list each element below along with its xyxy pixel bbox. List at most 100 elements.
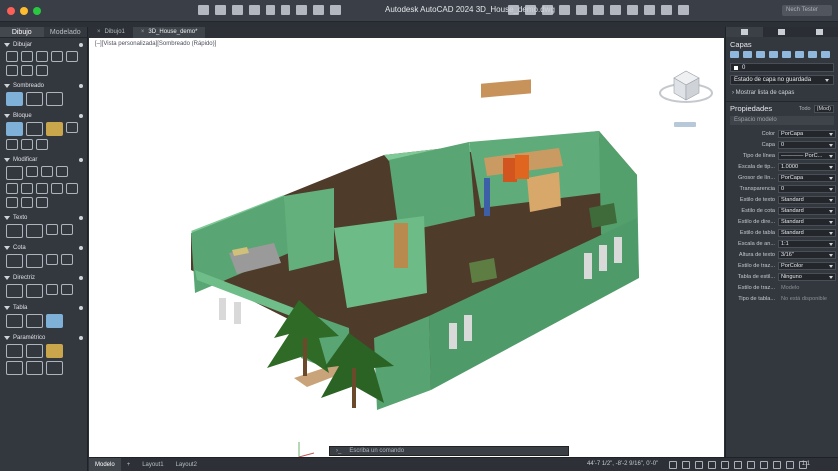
match-icon[interactable] <box>593 5 604 15</box>
perpendicular-icon[interactable] <box>26 361 43 375</box>
text-style-icon[interactable] <box>26 224 43 238</box>
calculator-icon[interactable] <box>627 5 638 15</box>
section-header[interactable]: Paramétrico <box>4 333 83 342</box>
osnap-icon[interactable] <box>721 461 729 469</box>
property-value[interactable]: Standard <box>778 217 836 226</box>
tab-3d-house[interactable]: × 3D_House_demo* <box>132 27 206 38</box>
freeze-layer-icon[interactable] <box>782 51 791 58</box>
add-leader-icon[interactable] <box>46 284 58 295</box>
match-layer-icon[interactable] <box>808 51 817 58</box>
layer-state-select[interactable]: Estado de capa no guardada <box>730 75 834 85</box>
property-value[interactable]: 3/16" <box>778 250 836 259</box>
lineweight-icon[interactable] <box>747 461 755 469</box>
publish-icon[interactable] <box>330 5 341 15</box>
layer-walk-icon[interactable] <box>821 51 830 58</box>
multileader-icon[interactable] <box>6 284 23 298</box>
section-header[interactable]: Directriz <box>4 273 83 282</box>
options-icon[interactable] <box>79 42 83 47</box>
ortho-icon[interactable] <box>695 461 703 469</box>
section-header[interactable]: Cota <box>4 243 83 252</box>
ellipse-tool-icon[interactable] <box>21 65 33 76</box>
grid-icon[interactable] <box>669 461 677 469</box>
property-value[interactable]: 1.0000 <box>778 162 836 171</box>
section-header[interactable]: Dibujar <box>4 40 83 49</box>
measure-icon[interactable] <box>610 5 621 15</box>
plot-icon[interactable] <box>296 5 307 15</box>
viewcube[interactable] <box>659 70 713 127</box>
new-file-icon[interactable] <box>198 5 209 15</box>
rectangle-tool-icon[interactable] <box>51 51 63 62</box>
drawing-viewport[interactable]: [–][Vista personalizada][Sombreado (Rápi… <box>89 38 724 457</box>
table-style-icon[interactable] <box>26 314 43 328</box>
current-layer-selector[interactable]: 0 <box>730 63 834 72</box>
property-value[interactable]: Standard <box>778 228 836 237</box>
tab-blocks[interactable] <box>801 27 838 37</box>
hatch-tool-icon[interactable] <box>6 92 23 106</box>
minimize-window-button[interactable] <box>20 6 28 15</box>
options-icon[interactable] <box>79 157 83 162</box>
annotation-scale[interactable]: 1:1 <box>802 461 810 467</box>
line-tool-icon[interactable] <box>6 51 18 62</box>
property-value[interactable]: Standard <box>778 195 836 204</box>
properties-space[interactable]: Espacio modelo <box>730 116 834 125</box>
radius-dim-icon[interactable] <box>61 254 73 265</box>
delete-layer-icon[interactable] <box>743 51 752 58</box>
mirror-tool-icon[interactable] <box>6 183 18 194</box>
property-value[interactable]: PorCapa <box>778 129 836 138</box>
tab-modelado[interactable]: Modelado <box>44 27 88 37</box>
close-window-button[interactable] <box>7 6 15 15</box>
aligned-dim-icon[interactable] <box>46 254 58 265</box>
table-icon[interactable] <box>6 314 23 328</box>
align-leader-icon[interactable] <box>61 284 73 295</box>
print-icon[interactable] <box>313 5 324 15</box>
move-tool-icon[interactable] <box>6 166 23 180</box>
property-value[interactable]: 0 <box>778 184 836 193</box>
horizontal-icon[interactable] <box>26 344 43 358</box>
zoom-icon[interactable] <box>525 5 536 15</box>
undo-icon[interactable] <box>266 5 275 15</box>
scale-tool-icon[interactable] <box>51 183 63 194</box>
offset-tool-icon[interactable] <box>6 197 18 208</box>
leader-style-icon[interactable] <box>26 284 43 298</box>
lock-layer-icon[interactable] <box>795 51 804 58</box>
command-line[interactable]: ›_ Escriba un comando <box>329 446 569 456</box>
section-header[interactable]: Sombreado <box>4 81 83 90</box>
multiline-text-icon[interactable] <box>6 224 23 238</box>
open-file-icon[interactable] <box>215 5 226 15</box>
gradient-tool-icon[interactable] <box>26 92 43 106</box>
isolate-layer-icon[interactable] <box>769 51 778 58</box>
add-layout-button[interactable]: + <box>121 458 137 471</box>
property-value[interactable]: Ninguno <box>778 272 836 281</box>
orbit-icon[interactable] <box>542 5 553 15</box>
options-icon[interactable] <box>79 335 83 340</box>
tab-layers[interactable] <box>726 27 764 37</box>
property-value[interactable]: 1:1 <box>778 239 836 248</box>
tab-modelo[interactable]: Modelo <box>89 457 121 471</box>
explode-tool-icon[interactable] <box>36 197 48 208</box>
spell-check-icon[interactable] <box>61 224 73 235</box>
data-link-icon[interactable] <box>46 314 63 328</box>
stretch-tool-icon[interactable] <box>36 183 48 194</box>
edit-block-icon[interactable] <box>46 122 63 136</box>
tab-dibujo1[interactable]: × Dibujo1 <box>89 27 133 38</box>
save-as-icon[interactable] <box>249 5 260 15</box>
selection-icon[interactable] <box>773 461 781 469</box>
properties-filter[interactable]: Todo <box>799 106 811 112</box>
array-tool-icon[interactable] <box>66 183 78 194</box>
transparency-icon[interactable] <box>760 461 768 469</box>
new-layer-icon[interactable] <box>730 51 739 58</box>
rotate-tool-icon[interactable] <box>26 166 38 177</box>
show-constraints-icon[interactable] <box>46 361 63 375</box>
tab-layout2[interactable]: Layout2 <box>170 458 203 471</box>
annotation-icon[interactable] <box>786 461 794 469</box>
insert-block-icon[interactable] <box>6 122 23 136</box>
property-value[interactable]: ———— PorC... <box>778 151 836 160</box>
coincident-icon[interactable] <box>6 344 23 358</box>
parallel-icon[interactable] <box>6 361 23 375</box>
layer-states-icon[interactable] <box>756 51 765 58</box>
help-icon[interactable] <box>678 5 689 15</box>
circle-tool-icon[interactable] <box>36 51 48 62</box>
polar-icon[interactable] <box>708 461 716 469</box>
dim-style-icon[interactable] <box>26 254 43 268</box>
snap-icon[interactable] <box>682 461 690 469</box>
